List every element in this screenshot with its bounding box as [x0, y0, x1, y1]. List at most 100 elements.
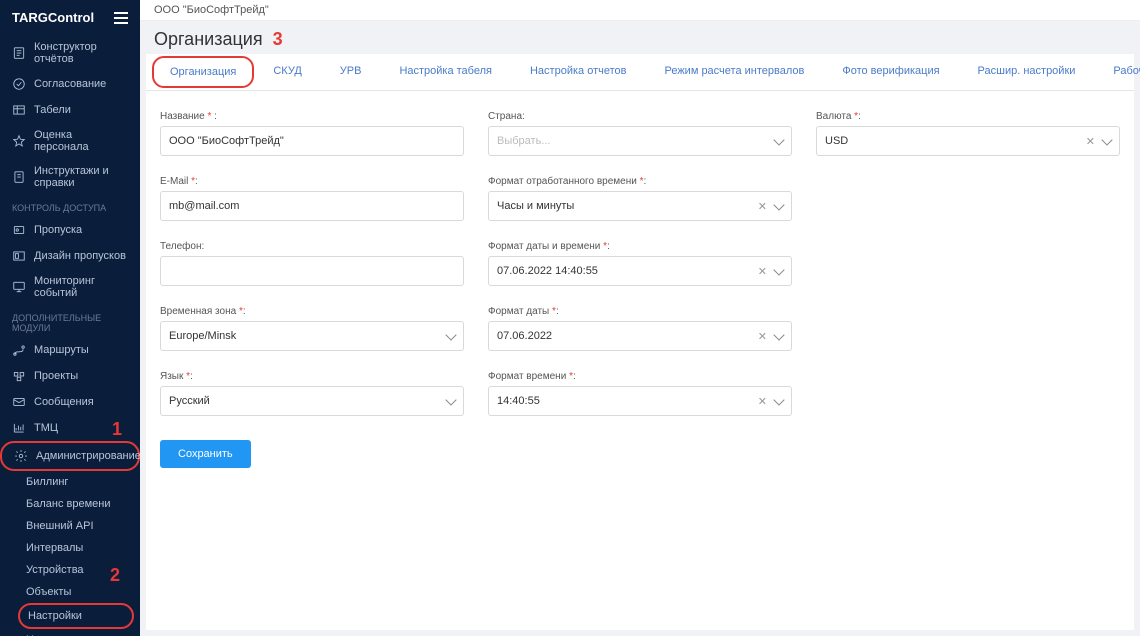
monitor-icon [12, 280, 26, 294]
select-country[interactable]: Выбрать... [488, 126, 792, 156]
field-empty2 [816, 241, 1120, 286]
select-value: 07.06.2022 14:40:55 [497, 265, 598, 277]
tab-interval-mode[interactable]: Режим расчета интервалов [645, 54, 823, 90]
chevron-down-icon [1101, 134, 1112, 145]
tab-workdays[interactable]: Рабочие сутки [1094, 54, 1140, 90]
topbar: ООО "БиоСофтТрейд" [140, 0, 1140, 21]
annotation-1: 1 [112, 419, 122, 440]
field-email: E-Mail *: [160, 176, 464, 221]
clear-icon[interactable]: ✕ [758, 395, 767, 408]
chevron-down-icon [773, 329, 784, 340]
main-area: ООО "БиоСофтТрейд" Организация 3 Организ… [140, 0, 1140, 636]
chevron-down-icon [773, 199, 784, 210]
field-date: Формат даты *: 07.06.2022✕ [488, 306, 792, 351]
select-tz[interactable]: Europe/Minsk [160, 321, 464, 351]
annotation-2: 2 [110, 565, 120, 586]
nav-sub-news[interactable]: Новости [0, 629, 140, 636]
check-icon [12, 77, 26, 91]
nav-label: Сообщения [34, 396, 94, 408]
star-icon [12, 134, 26, 148]
gear-icon [14, 449, 28, 463]
field-empty3 [816, 306, 1120, 351]
nav-label: Администрирование [36, 450, 140, 462]
route-icon [12, 343, 26, 357]
clear-icon[interactable]: ✕ [758, 330, 767, 343]
nav-label: Конструктор отчётов [34, 41, 128, 65]
tab-organization[interactable]: Организация [152, 56, 254, 88]
annotation-3: 3 [273, 29, 283, 50]
nav-section-access: КОНТРОЛЬ ДОСТУПА [0, 195, 140, 217]
nav-monitoring[interactable]: Мониторинг событий [0, 269, 140, 305]
design-icon [12, 249, 26, 263]
field-time: Формат времени *: 14:40:55✕ [488, 371, 792, 416]
select-lang[interactable]: Русский [160, 386, 464, 416]
nav-pass-design[interactable]: Дизайн пропусков [0, 243, 140, 269]
nav-projects[interactable]: Проекты [0, 363, 140, 389]
clear-icon[interactable]: ✕ [758, 265, 767, 278]
label-time: Формат времени *: [488, 371, 792, 382]
field-currency: Валюта *: USD✕ [816, 111, 1120, 156]
nav-admin[interactable]: Администрирование [0, 441, 140, 471]
project-icon [12, 369, 26, 383]
nav-label: Инструктажи и справки [34, 165, 128, 189]
select-datetime[interactable]: 07.06.2022 14:40:55 ✕ [488, 256, 792, 286]
report-icon [12, 46, 26, 60]
field-country: Страна: Выбрать... [488, 111, 792, 156]
tabs: Организация СКУД УРВ Настройка табеля На… [146, 54, 1134, 91]
nav-label: Табели [34, 104, 71, 116]
nav-sub-billing[interactable]: Биллинг [0, 471, 140, 493]
nav-passes[interactable]: Пропуска [0, 217, 140, 243]
nav-label: Согласование [34, 78, 106, 90]
nav-sub-settings[interactable]: Настройки [18, 603, 134, 629]
nav-label: Оценка персонала [34, 129, 128, 153]
label-country: Страна: [488, 111, 792, 122]
nav-sub-intervals[interactable]: Интервалы [0, 537, 140, 559]
select-worktime[interactable]: Часы и минуты✕ [488, 191, 792, 221]
label-name: Название * : [160, 111, 464, 122]
field-name: Название * : [160, 111, 464, 156]
msg-icon [12, 395, 26, 409]
input-name[interactable] [160, 126, 464, 156]
clear-icon[interactable]: ✕ [758, 200, 767, 213]
nav-routes[interactable]: Маршруты [0, 337, 140, 363]
tab-photo-verify[interactable]: Фото верификация [823, 54, 958, 90]
field-lang: Язык *: Русский [160, 371, 464, 416]
select-time[interactable]: 14:40:55✕ [488, 386, 792, 416]
nav-approval[interactable]: Согласование [0, 71, 140, 97]
doc-icon [12, 170, 26, 184]
label-tz: Временная зона *: [160, 306, 464, 317]
badge-icon [12, 223, 26, 237]
nav-reports[interactable]: Конструктор отчётов [0, 35, 140, 71]
nav-assessment[interactable]: Оценка персонала [0, 123, 140, 159]
nav-sub-balance[interactable]: Баланс времени [0, 493, 140, 515]
label-currency: Валюта *: [816, 111, 1120, 122]
tab-urv[interactable]: УРВ [321, 54, 381, 90]
nav-briefings[interactable]: Инструктажи и справки [0, 159, 140, 195]
nav-label: ТМЦ [34, 422, 58, 434]
clear-icon[interactable]: ✕ [1086, 135, 1095, 148]
input-email[interactable] [160, 191, 464, 221]
save-button[interactable]: Сохранить [160, 440, 251, 468]
chevron-down-icon [445, 329, 456, 340]
input-phone[interactable] [160, 256, 464, 286]
tab-skud[interactable]: СКУД [254, 54, 320, 90]
select-currency[interactable]: USD✕ [816, 126, 1120, 156]
chevron-down-icon [773, 134, 784, 145]
nav-timesheets[interactable]: Табели [0, 97, 140, 123]
field-datetime: Формат даты и времени *: 07.06.2022 14:4… [488, 241, 792, 286]
nav-messages[interactable]: Сообщения [0, 389, 140, 415]
tab-advanced[interactable]: Расшир. настройки [959, 54, 1095, 90]
chevron-down-icon [773, 394, 784, 405]
field-empty4 [816, 371, 1120, 416]
nav-section-modules: ДОПОЛНИТЕЛЬНЫЕ МОДУЛИ [0, 305, 140, 337]
nav-label: Маршруты [34, 344, 89, 356]
sidebar: TARGControl Конструктор отчётов Согласов… [0, 0, 140, 636]
label-lang: Язык *: [160, 371, 464, 382]
hamburger-icon[interactable] [114, 12, 128, 24]
sidebar-header: TARGControl [0, 0, 140, 35]
nav-label: Дизайн пропусков [34, 250, 126, 262]
select-date[interactable]: 07.06.2022✕ [488, 321, 792, 351]
tab-report-setup[interactable]: Настройка отчетов [511, 54, 645, 90]
nav-sub-api[interactable]: Внешний API [0, 515, 140, 537]
tab-timesheet-setup[interactable]: Настройка табеля [380, 54, 511, 90]
